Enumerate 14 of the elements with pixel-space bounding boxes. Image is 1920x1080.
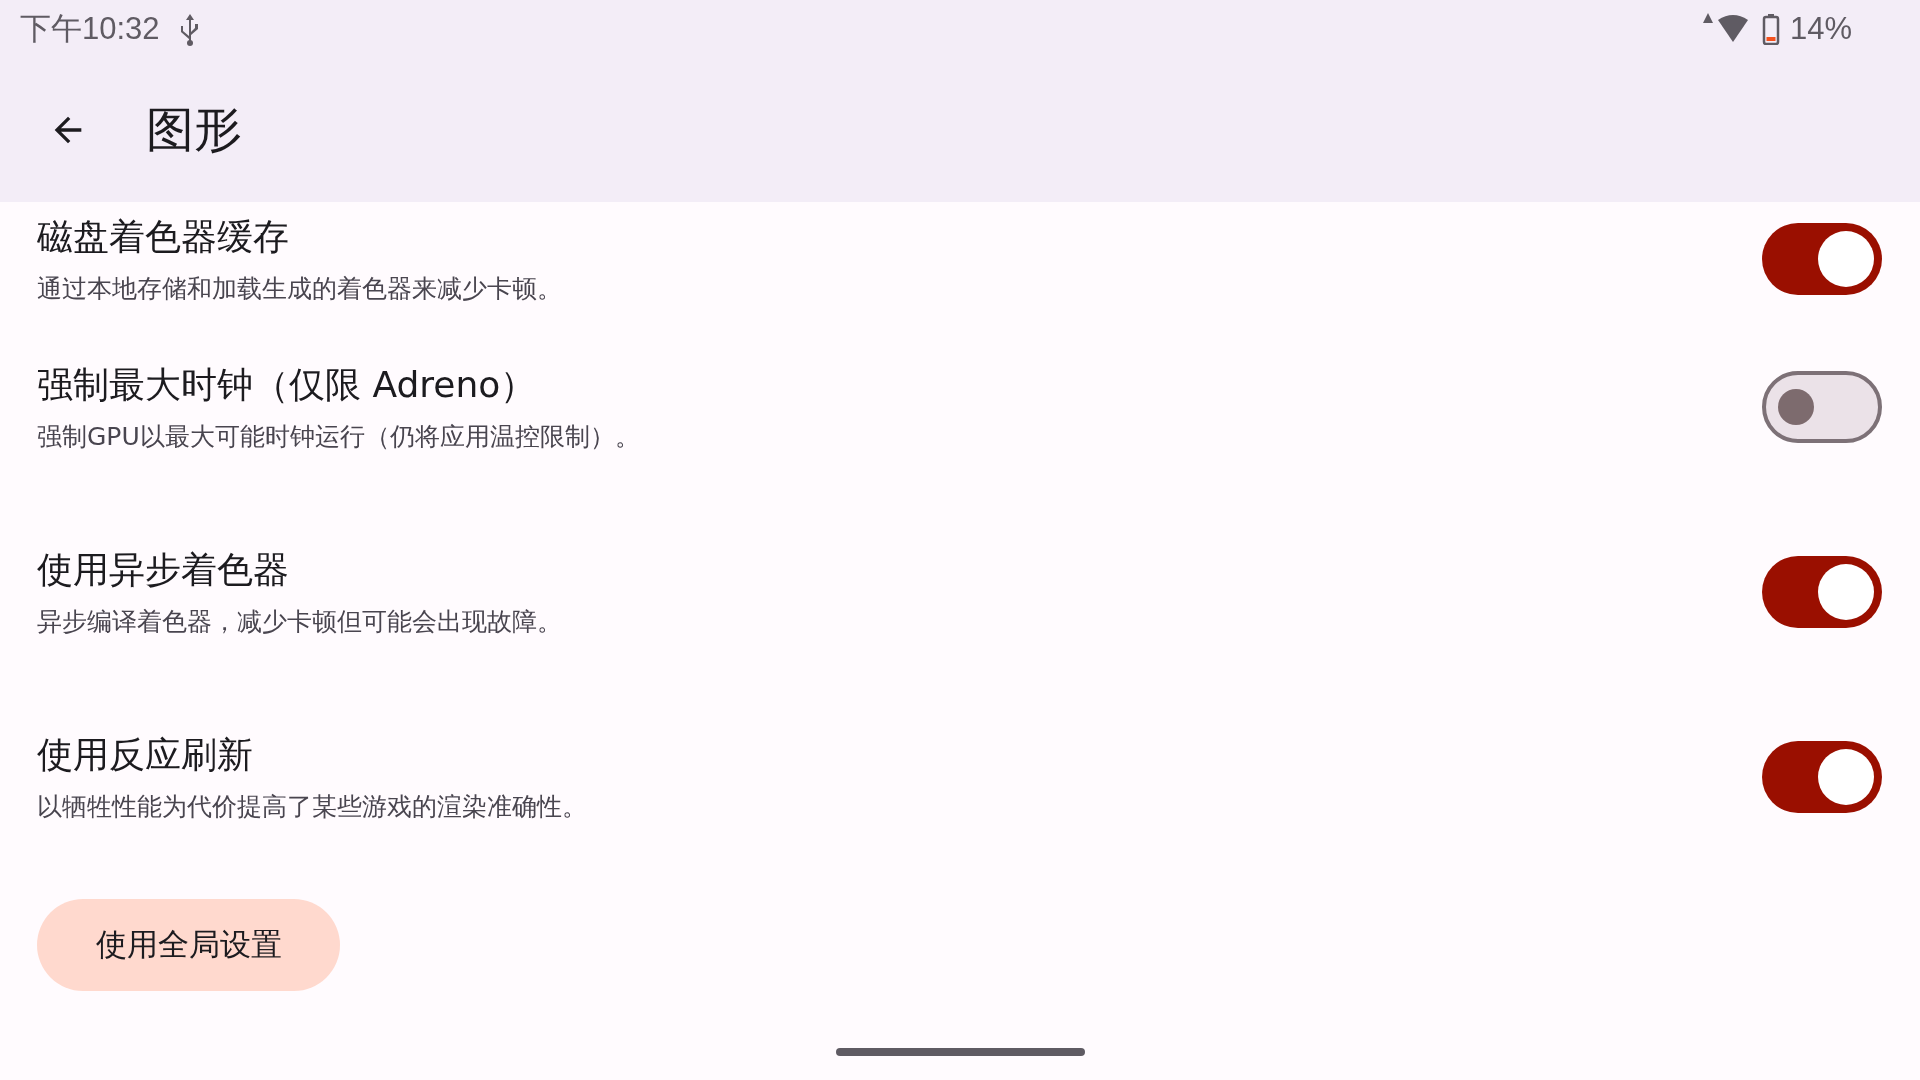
page-title: 图形: [146, 100, 242, 159]
setting-description: 以牺牲性能为代价提高了某些游戏的渲染准确性。: [37, 790, 588, 823]
signal-icon: [1701, 12, 1714, 24]
battery-percent: 14%: [1789, 11, 1852, 47]
battery-icon: [1761, 13, 1780, 45]
setting-title: 磁盘着色器缓存: [37, 215, 290, 259]
status-time: 下午10:32: [20, 10, 160, 48]
setting-title: 使用反应刷新: [37, 732, 254, 777]
setting-description: 异步编译着色器，减少卡顿但可能会出现故障。: [37, 605, 563, 638]
setting-title: 使用异步着色器: [37, 547, 290, 592]
setting-description: 通过本地存储和加载生成的着色器来减少卡顿。: [37, 273, 563, 305]
use-global-settings-button[interactable]: 使用全局设置: [37, 899, 340, 991]
setting-description: 强制GPU以最大可能时钟运行（仍将应用温控限制）。: [37, 420, 641, 453]
setting-title: 强制最大时钟（仅限 Adreno）: [37, 362, 538, 407]
